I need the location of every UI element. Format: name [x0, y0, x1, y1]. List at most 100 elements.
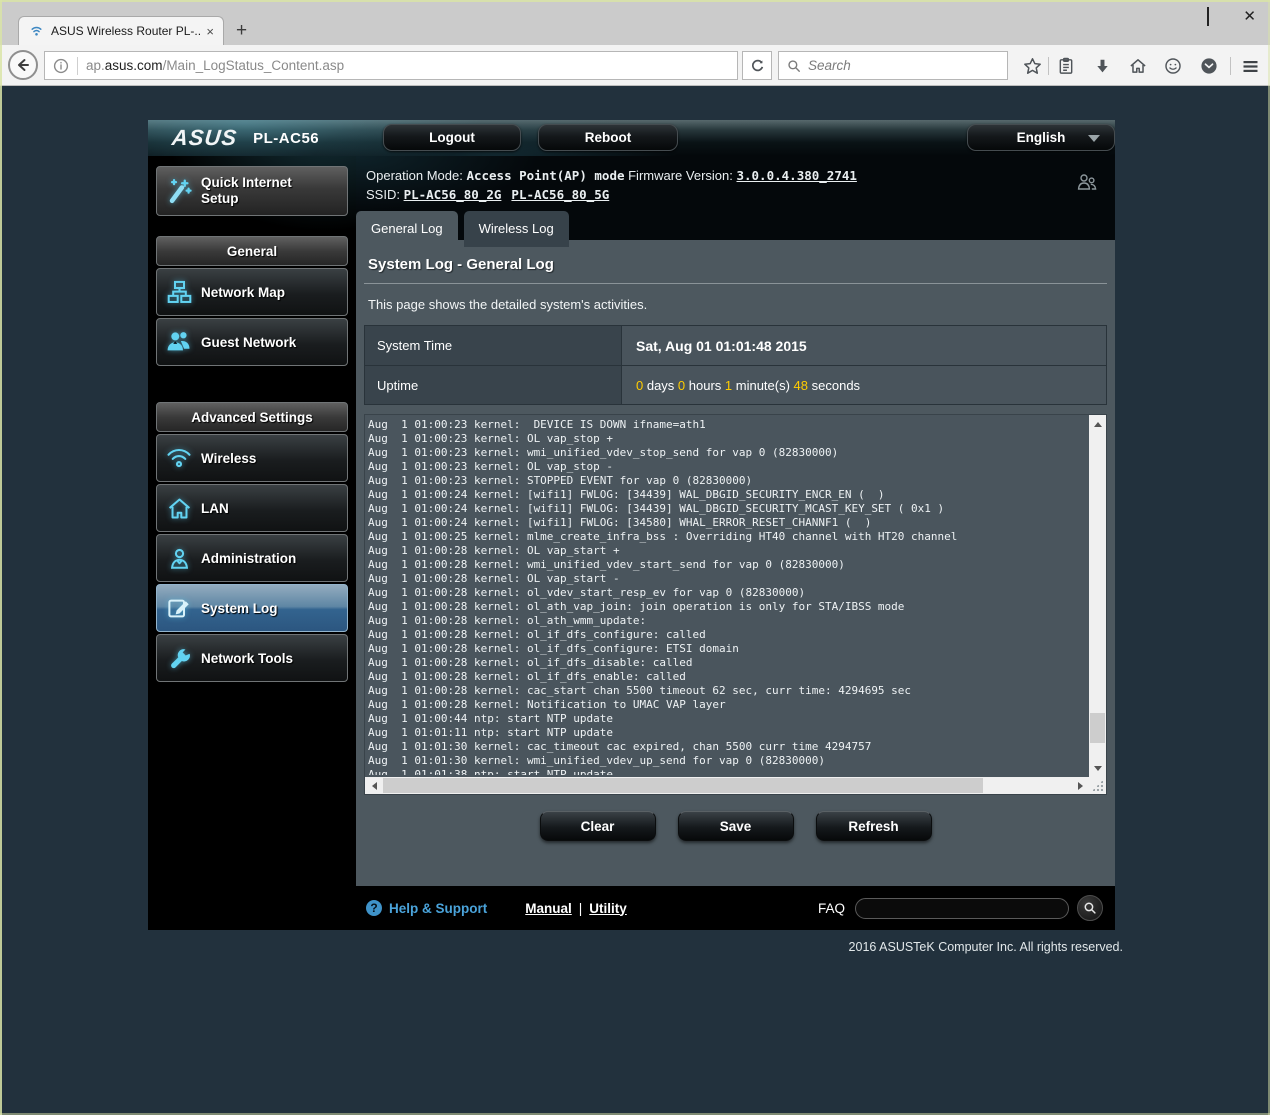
feedback-smiley-icon[interactable]	[1163, 56, 1183, 76]
refresh-button[interactable]: Refresh	[816, 811, 932, 841]
scroll-down-icon[interactable]	[1089, 760, 1106, 777]
guest-network-icon	[157, 328, 201, 356]
tab-wireless-log[interactable]: Wireless Log	[464, 211, 569, 247]
uptime-text: minute(s)	[732, 378, 793, 393]
log-actions: Clear Save Refresh	[364, 811, 1107, 841]
sidebar-item-lan[interactable]: LAN	[156, 484, 348, 532]
magic-wand-icon	[157, 176, 201, 206]
home-icon[interactable]	[1128, 56, 1148, 76]
device-status: Operation Mode: Access Point(AP) mode Fi…	[356, 156, 1115, 204]
sidebar-item-label: Guest Network	[201, 335, 296, 350]
ssid-5g-link[interactable]: PL-AC56_80_5G	[511, 187, 609, 202]
system-time-value: Sat, Aug 01 01:01:48 2015	[621, 326, 1106, 365]
system-log-textarea[interactable]: Aug 1 01:00:23 kernel: DEVICE IS DOWN if…	[364, 414, 1107, 795]
reload-icon	[750, 58, 765, 73]
sidebar-item-label: Administration	[201, 551, 296, 566]
browser-chrome: ASUS Wireless Router PL-... × + ✕ ap.asu…	[0, 0, 1270, 86]
resize-grip[interactable]	[1089, 777, 1106, 794]
ssid-label: SSID:	[366, 187, 404, 202]
uptime-label: Uptime	[365, 366, 621, 404]
url-subdomain: ap.	[86, 58, 105, 73]
tab-general-log[interactable]: General Log	[356, 211, 458, 247]
sidebar-item-network-tools[interactable]: Network Tools	[156, 634, 348, 682]
sidebar-item-label: Network Tools	[201, 651, 293, 666]
sidebar: Quick Internet Setup General Network Map	[148, 156, 356, 930]
vertical-scroll-thumb[interactable]	[1090, 713, 1105, 743]
horizontal-scroll-thumb[interactable]	[383, 778, 983, 793]
sidebar-item-system-log[interactable]: System Log	[156, 584, 348, 632]
firmware-version-link[interactable]: 3.0.0.4.380_2741	[736, 168, 856, 183]
sidebar-item-guest-network[interactable]: Guest Network	[156, 318, 348, 366]
uptime-seconds: 48	[794, 378, 808, 393]
sidebar-item-network-map[interactable]: Network Map	[156, 268, 348, 316]
faq-search-button[interactable]	[1077, 895, 1103, 921]
search-input[interactable]	[808, 58, 999, 73]
window-controls: ✕	[1173, 4, 1256, 30]
main-area: Operation Mode: Access Point(AP) mode Fi…	[356, 156, 1115, 930]
ssid-2g-link[interactable]: PL-AC56_80_2G	[404, 187, 502, 202]
log-text: Aug 1 01:00:23 kernel: DEVICE IS DOWN if…	[368, 416, 1087, 775]
close-button[interactable]: ✕	[1243, 11, 1256, 23]
log-tabs: General Log Wireless Log	[356, 211, 1115, 247]
sidebar-item-label: Network Map	[201, 285, 285, 300]
reboot-button[interactable]: Reboot	[538, 124, 678, 151]
operation-mode-label: Operation Mode:	[366, 168, 466, 183]
downloads-icon[interactable]	[1092, 56, 1112, 76]
pocket-icon[interactable]	[1199, 56, 1219, 76]
uptime-text: seconds	[808, 378, 860, 393]
system-time-label: System Time	[365, 326, 621, 365]
menu-hamburger-icon[interactable]	[1240, 56, 1260, 76]
model-name: PL-AC56	[253, 130, 319, 147]
scroll-left-icon[interactable]	[365, 777, 382, 794]
status-table: System Time Sat, Aug 01 01:01:48 2015 Up…	[364, 325, 1107, 405]
vertical-scrollbar[interactable]	[1089, 415, 1106, 777]
url-path: /Main_LogStatus_Content.asp	[163, 58, 345, 73]
language-value: English	[1017, 130, 1066, 145]
bookmark-star-icon[interactable]	[1022, 56, 1042, 76]
sidebar-item-label: System Log	[201, 601, 278, 616]
router-footer: ? Help & Support Manual | Utility FAQ	[356, 886, 1115, 930]
asus-logo: ASUS	[171, 125, 239, 151]
search-icon	[1083, 901, 1097, 915]
admin-person-icon	[157, 545, 201, 572]
manual-link[interactable]: Manual	[525, 901, 572, 916]
sidebar-item-label: Quick Internet Setup	[201, 175, 321, 207]
copyright-text: 2016 ASUSTeK Computer Inc. All rights re…	[849, 940, 1123, 954]
help-support-link[interactable]: Help & Support	[389, 901, 487, 916]
logout-button[interactable]: Logout	[383, 124, 521, 151]
url-separator	[77, 57, 78, 75]
sidebar-item-quick-internet-setup[interactable]: Quick Internet Setup	[156, 166, 348, 216]
maximize-button[interactable]	[1207, 8, 1209, 26]
reading-list-icon[interactable]	[1056, 56, 1076, 76]
page-background: ASUS PL-AC56 Logout Reboot English	[0, 86, 1270, 1115]
faq-search-input[interactable]	[855, 898, 1069, 919]
language-dropdown[interactable]: English	[967, 124, 1115, 151]
scroll-up-icon[interactable]	[1089, 415, 1106, 432]
back-button[interactable]	[8, 50, 38, 80]
browser-search[interactable]	[778, 51, 1008, 80]
reload-button[interactable]	[742, 51, 772, 80]
tab-strip: ASUS Wireless Router PL-... × + ✕	[0, 0, 1270, 45]
url-bar[interactable]: ap.asus.com/Main_LogStatus_Content.asp	[44, 51, 738, 80]
system-log-icon	[157, 595, 201, 622]
scroll-right-icon[interactable]	[1072, 777, 1089, 794]
url-text: ap.asus.com/Main_LogStatus_Content.asp	[86, 58, 344, 73]
tab-close-icon[interactable]: ×	[206, 24, 214, 39]
utility-link[interactable]: Utility	[589, 901, 627, 916]
chevron-down-icon	[1088, 135, 1100, 148]
clear-button[interactable]: Clear	[540, 811, 656, 841]
sidebar-item-administration[interactable]: Administration	[156, 534, 348, 582]
sidebar-item-wireless[interactable]: Wireless	[156, 434, 348, 482]
browser-tab[interactable]: ASUS Wireless Router PL-... ×	[18, 16, 224, 45]
uptime-value: 0 days 0 hours 1 minute(s) 48 seconds	[621, 366, 1106, 404]
back-arrow-icon	[14, 56, 32, 74]
new-tab-button[interactable]: +	[236, 20, 247, 42]
operation-mode-value: Access Point(AP) mode	[466, 168, 624, 183]
page-description: This page shows the detailed system's ac…	[368, 297, 1103, 312]
wrench-icon	[157, 645, 201, 672]
table-row: Uptime 0 days 0 hours 1 minute(s) 48 sec…	[365, 365, 1106, 404]
sidebar-item-label: LAN	[201, 501, 229, 516]
site-info-icon[interactable]	[53, 58, 69, 74]
horizontal-scrollbar[interactable]	[365, 777, 1089, 794]
save-button[interactable]: Save	[678, 811, 794, 841]
